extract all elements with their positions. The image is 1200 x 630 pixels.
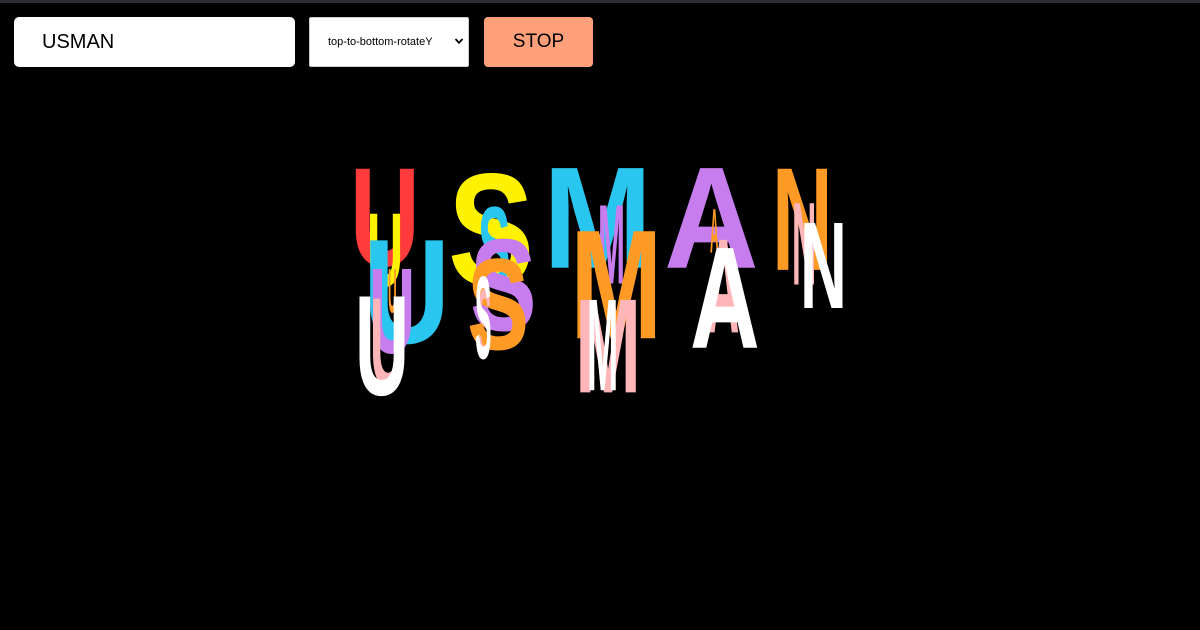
animated-letter-s: S	[475, 252, 492, 384]
animation-select-value: top-to-bottom-rotateY	[328, 36, 433, 48]
animation-select[interactable]: top-to-bottom-rotateY	[309, 17, 469, 67]
stop-button[interactable]: STOP	[484, 17, 593, 67]
animated-letter-a: A	[690, 217, 760, 380]
text-input[interactable]	[14, 17, 295, 67]
animated-letter-u: U	[355, 265, 410, 426]
animated-letter-n: N	[800, 196, 847, 336]
chevron-down-icon	[454, 38, 464, 45]
controls-bar: top-to-bottom-rotateY STOP	[0, 0, 1200, 80]
animation-stage: UUSUSMUSMAUSMANUSMANUSMAN	[0, 80, 1200, 630]
animated-letter-m: M	[587, 272, 619, 419]
